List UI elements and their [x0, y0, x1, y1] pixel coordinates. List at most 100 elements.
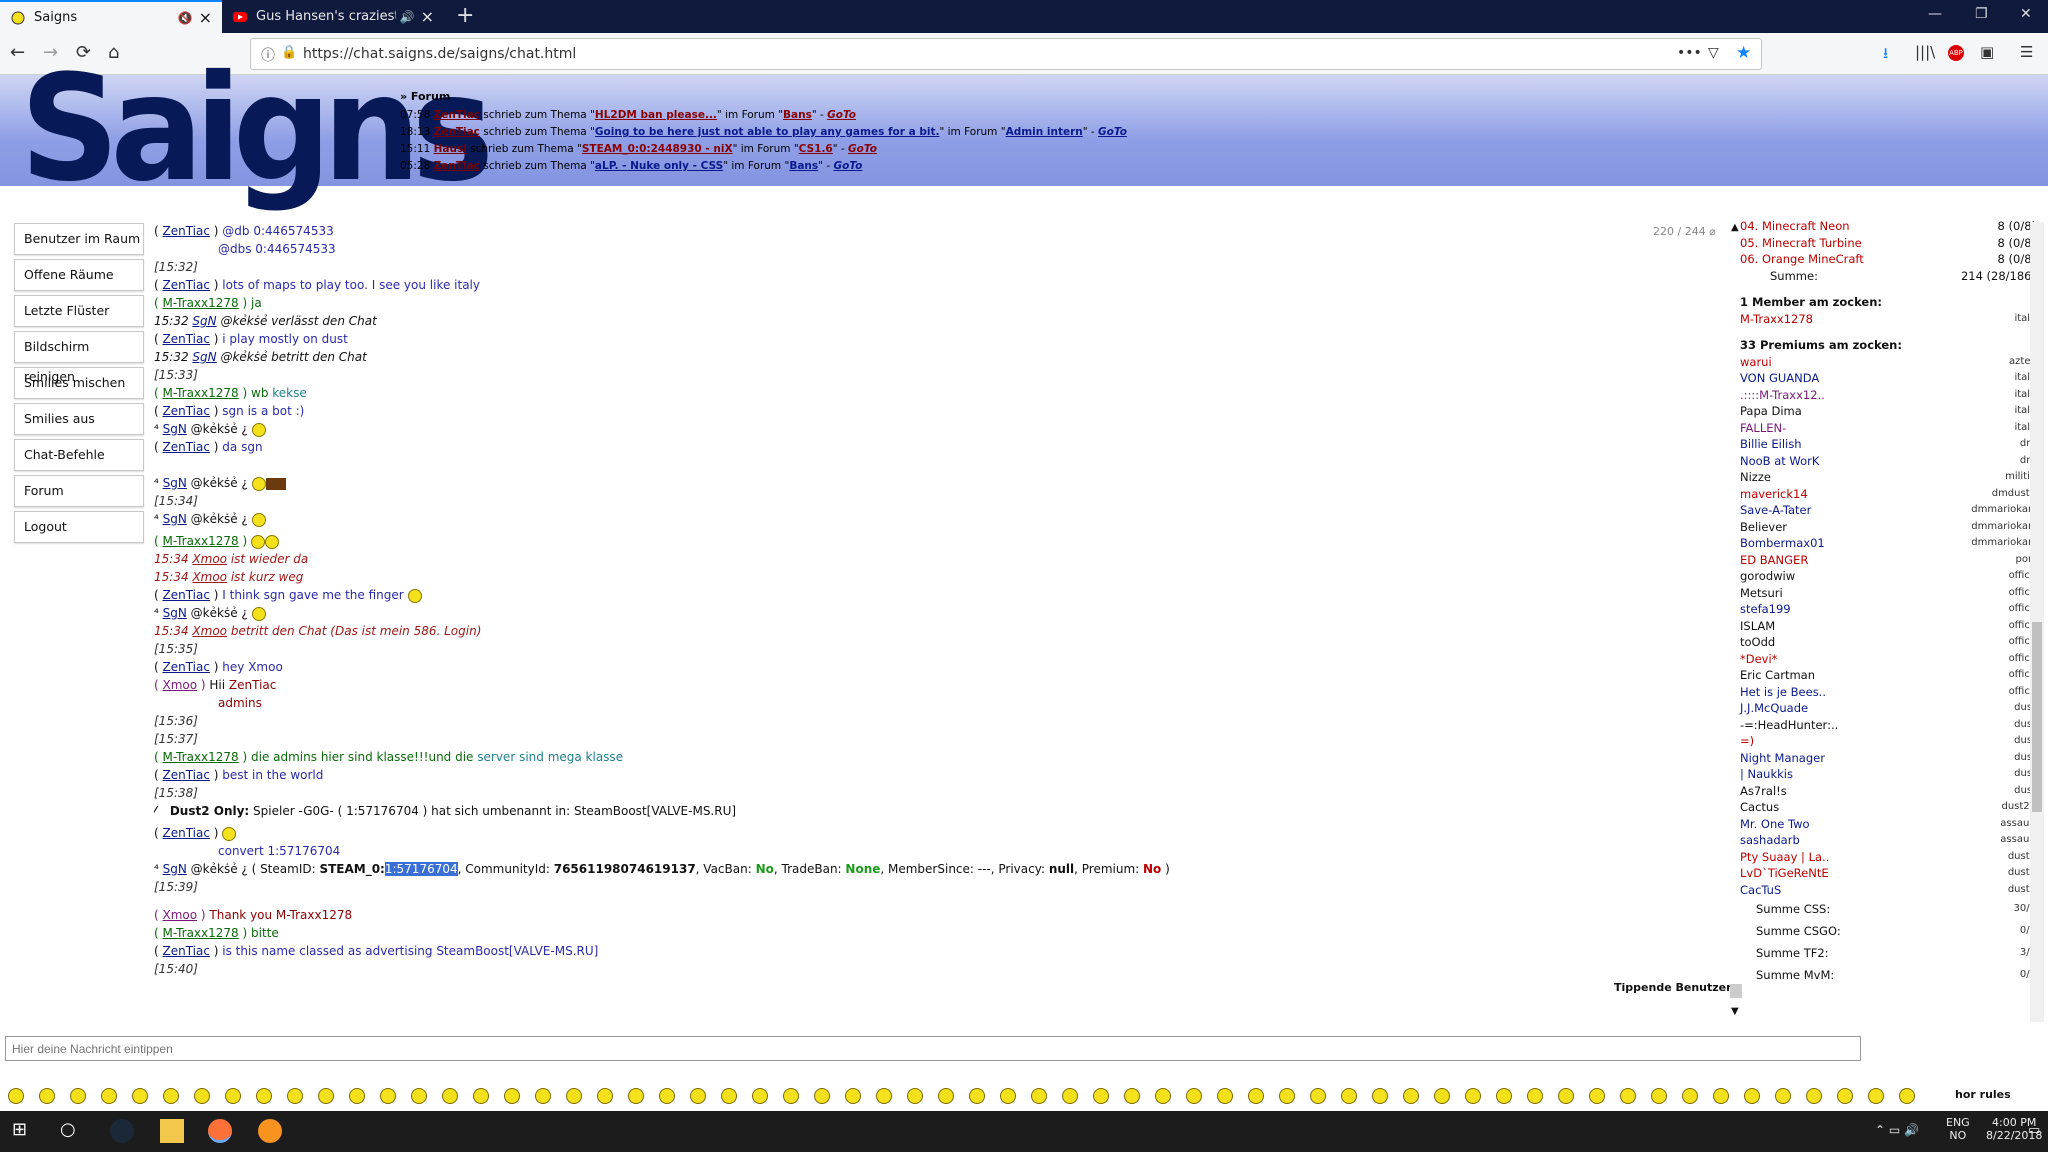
forum-link[interactable]: Admin intern	[1006, 126, 1083, 138]
tab-youtube[interactable]: Gus Hansen's craziest - and 🔊 ×	[222, 0, 444, 33]
premium-row[interactable]: Cactus dust2u	[1740, 799, 2036, 816]
sidebar-button-forum[interactable]: Forum	[14, 475, 144, 507]
smiley-icon[interactable]	[535, 1088, 551, 1104]
sidebar-button-benutzer-im-raum[interactable]: Benutzer im Raum	[14, 223, 144, 255]
smiley-icon[interactable]	[1155, 1088, 1171, 1104]
username[interactable]: ZenTiac	[163, 826, 210, 840]
smiley-icon[interactable]	[597, 1088, 613, 1104]
notification-icon[interactable]: ▭	[2028, 1123, 2040, 1138]
smiley-icon[interactable]	[1868, 1088, 1884, 1104]
smiley-icon[interactable]	[752, 1088, 768, 1104]
premium-row[interactable]: Pty Suaay | La.. dust2	[1740, 849, 2036, 866]
chat-scrollbar[interactable]: ▲ ▼	[1730, 222, 1742, 1022]
username[interactable]: SgN	[163, 862, 187, 876]
smiley-icon[interactable]	[380, 1088, 396, 1104]
smiley-icon[interactable]	[1310, 1088, 1326, 1104]
premium-row[interactable]: Night Manager dust	[1740, 750, 2036, 767]
smiley-icon[interactable]	[1744, 1088, 1760, 1104]
premium-row[interactable]: ISLAM office	[1740, 618, 2036, 635]
sidebar-toggle-icon[interactable]: ▣	[1980, 43, 1994, 61]
username[interactable]: SgN	[163, 422, 187, 436]
premium-row[interactable]: | Naukkis dust	[1740, 766, 2036, 783]
smiley-icon[interactable]	[566, 1088, 582, 1104]
smiley-icon[interactable]	[1248, 1088, 1264, 1104]
room-row[interactable]: 05. Minecraft Turbine 8 (0/8)	[1740, 235, 2036, 252]
member-row[interactable]: M-Traxx1278 italy	[1740, 311, 2036, 328]
premium-row[interactable]: FALLEN-italy	[1740, 420, 2036, 437]
smiley-icon[interactable]	[411, 1088, 427, 1104]
smiley-icon[interactable]	[1682, 1088, 1698, 1104]
speaker-icon[interactable]: 🔊	[400, 10, 415, 24]
forum-topic-link[interactable]: aLP. - Nuke only - CSS	[595, 160, 723, 172]
forum-user-link[interactable]: ZenTiac	[434, 109, 480, 121]
panel-scrollbar[interactable]	[2030, 222, 2044, 1022]
smiley-icon[interactable]	[1651, 1088, 1667, 1104]
sidebar-button-smilies-mischen[interactable]: Smilies mischen	[14, 367, 144, 399]
smilie-rules-link[interactable]: hor rules	[1955, 1088, 2011, 1101]
media-player-icon[interactable]	[258, 1119, 282, 1143]
username[interactable]: Xmoo	[192, 552, 227, 566]
premium-row[interactable]: LvD`TiGeReNtE dust2	[1740, 865, 2036, 882]
username[interactable]: Xmoo	[163, 678, 198, 692]
username[interactable]: ZenTiac	[163, 588, 210, 602]
smiley-icon[interactable]	[1558, 1088, 1574, 1104]
username[interactable]: M-Traxx1278	[163, 296, 239, 310]
premium-row[interactable]: Mr. One Two assault	[1740, 816, 2036, 833]
smiley-icon[interactable]	[1372, 1088, 1388, 1104]
smiley-icon[interactable]	[1775, 1088, 1791, 1104]
smiley-icon[interactable]	[39, 1088, 55, 1104]
premium-row[interactable]: ED BANGER port	[1740, 552, 2036, 569]
forum-user-link[interactable]: ZenTiac	[434, 160, 480, 172]
username[interactable]: ZenTiac	[163, 660, 210, 674]
premium-row[interactable]: Eric Cartman office	[1740, 667, 2036, 684]
smiley-icon[interactable]	[845, 1088, 861, 1104]
smiley-icon[interactable]	[907, 1088, 923, 1104]
username[interactable]: ZenTiac	[163, 404, 210, 418]
close-tab-icon[interactable]: ×	[199, 8, 212, 27]
close-tab-icon[interactable]: ×	[421, 7, 434, 26]
username[interactable]: SgN	[192, 314, 216, 328]
smiley-icon[interactable]	[721, 1088, 737, 1104]
premium-row[interactable]: maverick14 dmdust2	[1740, 486, 2036, 503]
smiley-icon[interactable]	[256, 1088, 272, 1104]
smiley-icon[interactable]	[70, 1088, 86, 1104]
firefox-icon[interactable]	[208, 1119, 232, 1143]
smiley-icon[interactable]	[1806, 1088, 1822, 1104]
username[interactable]: ZenTiac	[163, 278, 210, 292]
forum-topic-link[interactable]: STEAM_0:0:2448930 - niX	[582, 143, 733, 155]
smiley-icon[interactable]	[1465, 1088, 1481, 1104]
page-actions-icon[interactable]: •••	[1677, 45, 1702, 61]
smiley-icon[interactable]	[473, 1088, 489, 1104]
search-icon[interactable]: ○	[60, 1119, 84, 1143]
adblock-icon[interactable]: ABP	[1948, 45, 1964, 61]
premium-row[interactable]: Papa Dima italy	[1740, 403, 2036, 420]
premium-row[interactable]: Nizze militia	[1740, 469, 2036, 486]
premium-row[interactable]: J.J.McQuade dust	[1740, 700, 2036, 717]
smiley-icon[interactable]	[101, 1088, 117, 1104]
smiley-icon[interactable]	[8, 1088, 24, 1104]
username[interactable]: SgN	[163, 606, 187, 620]
smiley-icon[interactable]	[690, 1088, 706, 1104]
smiley-icon[interactable]	[349, 1088, 365, 1104]
new-tab-icon[interactable]: +	[456, 3, 474, 28]
forum-link[interactable]: Bans	[789, 160, 818, 172]
smiley-icon[interactable]	[628, 1088, 644, 1104]
goto-link[interactable]: GoTo	[1098, 126, 1127, 138]
smiley-icon[interactable]	[318, 1088, 334, 1104]
username[interactable]: Xmoo	[192, 570, 227, 584]
username[interactable]: ZenTiac	[163, 224, 210, 238]
smiley-icon[interactable]	[163, 1088, 179, 1104]
forum-link[interactable]: CS1.6	[799, 143, 833, 155]
forum-user-link[interactable]: ZenTiac	[434, 126, 480, 138]
smiley-icon[interactable]	[659, 1088, 675, 1104]
forum-topic-link[interactable]: HL2DM ban please...	[595, 109, 717, 121]
smiley-icon[interactable]	[442, 1088, 458, 1104]
premium-row[interactable]: sashadarb assault	[1740, 832, 2036, 849]
premium-row[interactable]: CacTuS dust2	[1740, 882, 2036, 899]
smiley-icon[interactable]	[225, 1088, 241, 1104]
premium-row[interactable]: gorodwiw office	[1740, 568, 2036, 585]
forum-link[interactable]: Bans	[783, 109, 812, 121]
username[interactable]: SgN	[163, 512, 187, 526]
premium-row[interactable]: warui aztec	[1740, 354, 2036, 371]
premium-row[interactable]: NooB at WorK dm	[1740, 453, 2036, 470]
